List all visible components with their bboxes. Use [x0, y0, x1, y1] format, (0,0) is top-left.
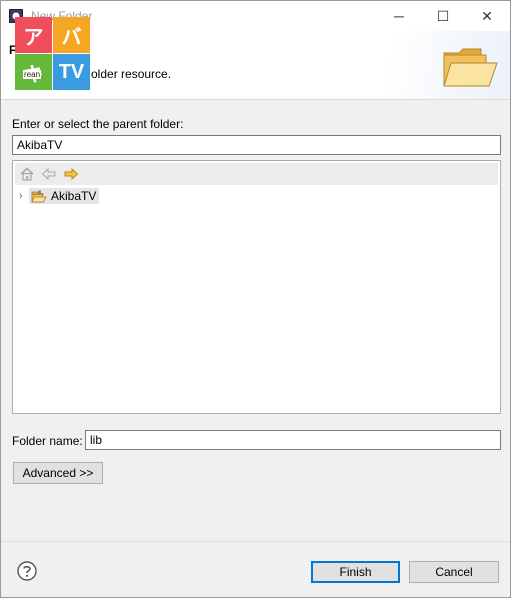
back-arrow-icon[interactable]	[41, 167, 57, 181]
logo-tile-ba: バ	[53, 17, 90, 53]
logo-tile-a: ア	[15, 17, 52, 53]
parent-folder-input[interactable]: AkibaTV	[12, 135, 501, 155]
folder-name-input[interactable]: lib	[85, 430, 501, 450]
forward-arrow-icon[interactable]	[63, 167, 79, 181]
tree-item-akibatv[interactable]: AkibaTV	[29, 188, 100, 204]
logo-tile-tv: TV	[53, 54, 90, 90]
tree-item-label: AkibaTV	[51, 189, 97, 203]
help-icon[interactable]	[17, 561, 37, 581]
close-button[interactable]: ✕	[465, 1, 509, 31]
akibatv-logo: ア バ キ TV rean	[15, 17, 91, 91]
new-folder-dialog: New Folder ─ ☐ ✕ F older resource. ア バ キ…	[0, 0, 511, 598]
folder-wizard-icon	[443, 48, 498, 87]
logo-small-text: rean	[23, 70, 42, 79]
folder-name-label: Folder name:	[12, 434, 83, 448]
minimize-button[interactable]: ─	[377, 1, 421, 31]
finish-button[interactable]: Finish	[311, 561, 400, 583]
cancel-button[interactable]: Cancel	[409, 561, 499, 583]
open-project-folder-icon	[31, 190, 47, 202]
banner-description: older resource.	[91, 67, 172, 81]
tree-row[interactable]: › AkibaTV	[19, 188, 100, 204]
chevron-right-icon[interactable]: ›	[19, 190, 29, 202]
maximize-button[interactable]: ☐	[421, 1, 465, 31]
home-icon[interactable]	[19, 167, 35, 181]
footer-separator	[1, 541, 510, 542]
advanced-button[interactable]: Advanced >>	[13, 462, 103, 484]
tree-toolbar	[15, 163, 498, 185]
folder-tree[interactable]: › AkibaTV	[12, 160, 501, 414]
parent-folder-label: Enter or select the parent folder:	[12, 117, 184, 131]
